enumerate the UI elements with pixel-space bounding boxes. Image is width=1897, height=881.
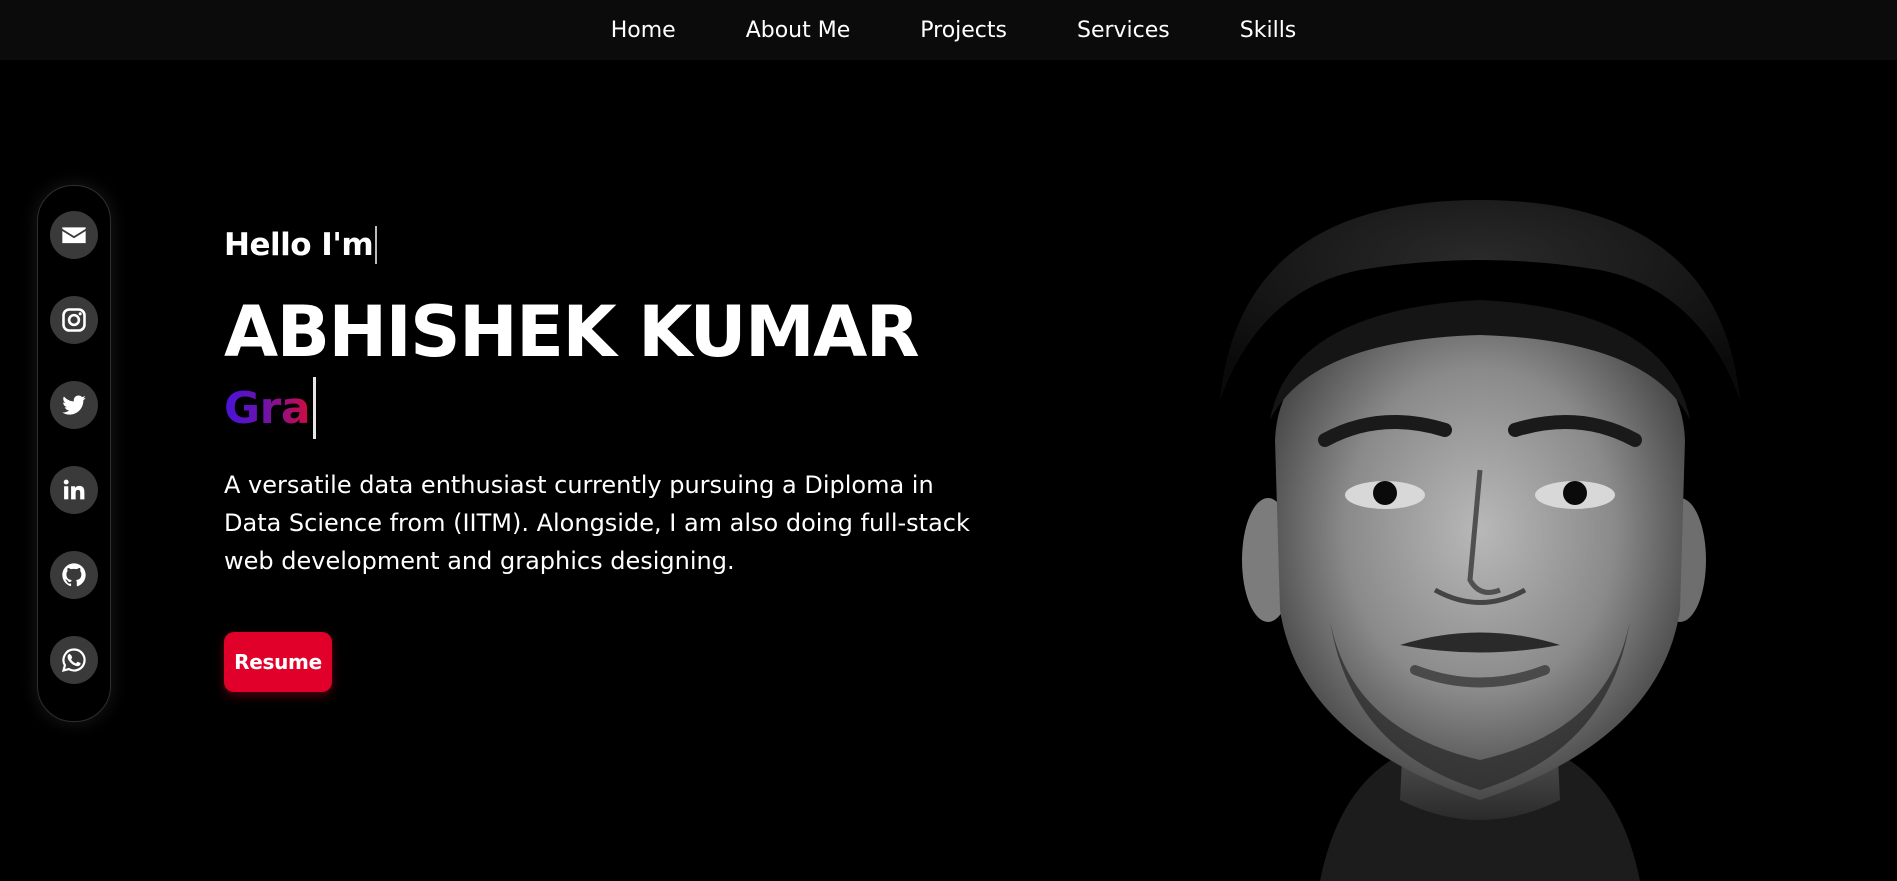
github-icon bbox=[62, 563, 86, 587]
typed-role-line: Gra bbox=[224, 376, 984, 440]
hero-name: ABHISHEK KUMAR bbox=[224, 291, 920, 373]
envelope-icon bbox=[62, 227, 86, 244]
typed-role-text: Gra bbox=[224, 382, 311, 434]
instagram-icon bbox=[62, 308, 86, 332]
hero-description: A versatile data enthusiast currently pu… bbox=[224, 471, 970, 575]
nav-item-services[interactable]: Services bbox=[1042, 18, 1205, 43]
greeting-text: Hello I'm bbox=[224, 227, 374, 263]
twitter-icon bbox=[62, 395, 86, 415]
whatsapp-icon bbox=[61, 648, 86, 673]
nav-item-projects[interactable]: Projects bbox=[885, 18, 1042, 43]
instagram-link[interactable] bbox=[50, 296, 98, 344]
nav-item-home[interactable]: Home bbox=[576, 18, 711, 43]
greeting-line: Hello I'm bbox=[224, 220, 984, 270]
github-link[interactable] bbox=[50, 551, 98, 599]
nav-item-about-me[interactable]: About Me bbox=[711, 18, 886, 43]
typing-caret bbox=[375, 226, 378, 264]
hero-section: Hello I'm ABHISHEK KUMAR Gra A versatile… bbox=[224, 220, 984, 692]
whatsapp-link[interactable] bbox=[50, 636, 98, 684]
twitter-link[interactable] bbox=[50, 381, 98, 429]
typing-cursor bbox=[313, 377, 317, 439]
top-navbar: Home About Me Projects Services Skills bbox=[0, 0, 1897, 60]
nav-item-skills[interactable]: Skills bbox=[1205, 18, 1332, 43]
social-sidebar bbox=[37, 185, 111, 722]
linkedin-icon bbox=[63, 479, 85, 500]
email-link[interactable] bbox=[50, 211, 98, 259]
linkedin-link[interactable] bbox=[50, 466, 98, 514]
resume-button[interactable]: Resume bbox=[224, 632, 332, 692]
nav-menu: Home About Me Projects Services Skills bbox=[576, 18, 1332, 43]
profile-portrait bbox=[1220, 200, 1740, 881]
